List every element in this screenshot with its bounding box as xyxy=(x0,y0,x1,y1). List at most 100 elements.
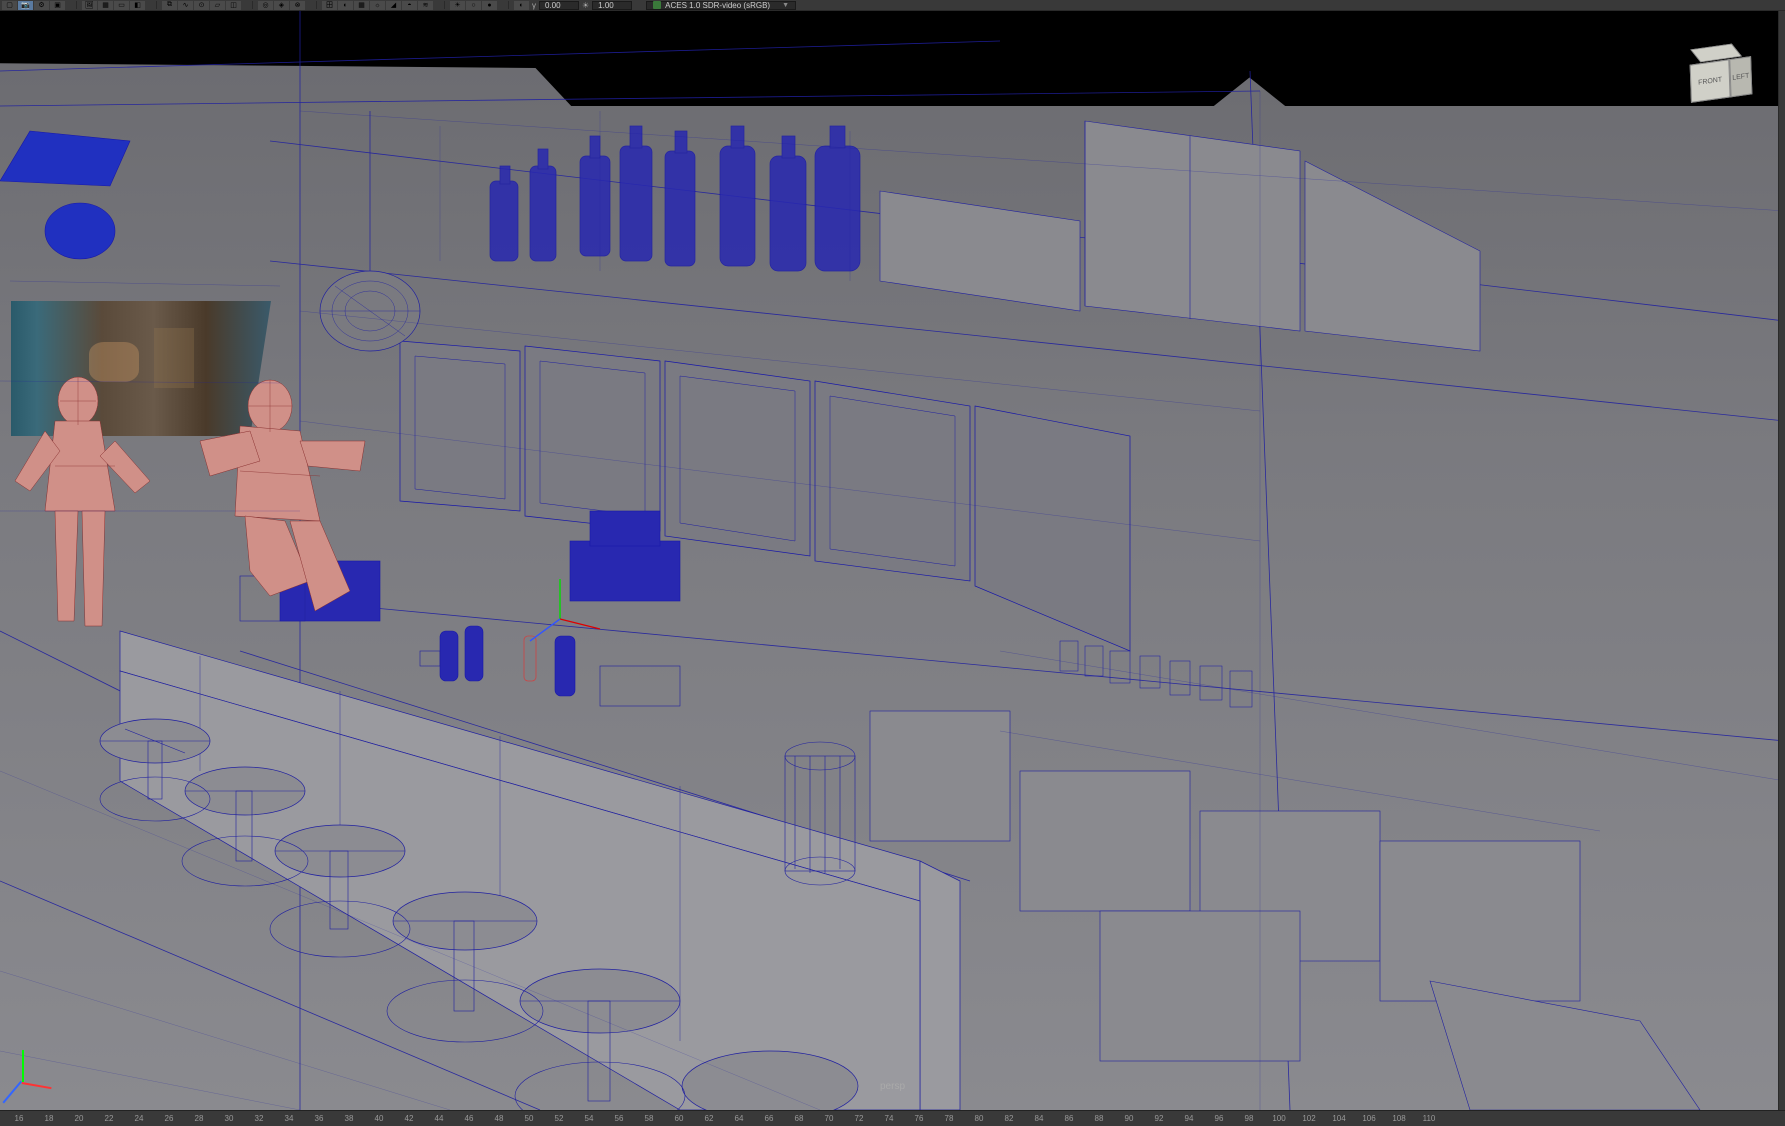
timeline-tick[interactable]: 72 xyxy=(844,1114,874,1123)
snap-tools: ⧉ ∿ ⊙ ▱ ◫ xyxy=(162,1,241,10)
timeline-tick[interactable]: 68 xyxy=(784,1114,814,1123)
timeline-tick[interactable]: 74 xyxy=(874,1114,904,1123)
default-light[interactable]: ☀ xyxy=(450,1,465,10)
select-tool[interactable]: ▢ xyxy=(2,1,17,10)
bookmark-tool[interactable]: ▣ xyxy=(50,1,65,10)
timeline-tick[interactable]: 80 xyxy=(964,1114,994,1123)
timeline-tick[interactable]: 104 xyxy=(1324,1114,1354,1123)
shading-tools: 田 ◐ ▦ ☼ ◢ ◓ ≋ xyxy=(322,1,433,10)
timeline-tick[interactable]: 50 xyxy=(514,1114,544,1123)
timeline-tick[interactable]: 102 xyxy=(1294,1114,1324,1123)
timeline-tick[interactable]: 48 xyxy=(484,1114,514,1123)
timeline-tick[interactable]: 52 xyxy=(544,1114,574,1123)
camera-select-tool[interactable]: 📷 xyxy=(18,1,33,10)
wireframe-scene xyxy=(0,11,1785,1110)
no-light[interactable]: ● xyxy=(482,1,497,10)
timeline-tick[interactable]: 32 xyxy=(244,1114,274,1123)
gamma-label: γ xyxy=(530,1,538,10)
timeline-tick[interactable]: 54 xyxy=(574,1114,604,1123)
snap-curve[interactable]: ∿ xyxy=(178,1,193,10)
timeline-tick[interactable]: 92 xyxy=(1144,1114,1174,1123)
lighting-tools: ☀ ○ ● xyxy=(450,1,497,10)
viewcube-front[interactable]: FRONT xyxy=(1690,59,1731,103)
timeline-tick[interactable]: 28 xyxy=(184,1114,214,1123)
timeline-tick[interactable]: 44 xyxy=(424,1114,454,1123)
isolate-select[interactable]: ◎ xyxy=(258,1,273,10)
camera-attr-tool[interactable]: ⚙ xyxy=(34,1,49,10)
viewcube-right[interactable]: LEFT xyxy=(1729,56,1752,97)
viewcube[interactable]: LEFT FRONT xyxy=(1680,41,1755,116)
timeline-tick[interactable]: 30 xyxy=(214,1114,244,1123)
xray-toggle[interactable]: ◈ xyxy=(274,1,289,10)
panel-toolbar: ▢ 📷 ⚙ ▣ 🖼 ▦ ▭ ◧ ⧉ ∿ ⊙ ▱ ◫ ◎ ◈ ⊗ 田 ◐ ▦ ☼ … xyxy=(0,0,1785,11)
timeline-tick[interactable]: 62 xyxy=(694,1114,724,1123)
color-space-dropdown[interactable]: ACES 1.0 SDR-video (sRGB) ▼ xyxy=(646,1,796,10)
ao-toggle[interactable]: ◓ xyxy=(402,1,417,10)
film-gate-tool[interactable]: ▭ xyxy=(114,1,129,10)
color-space-label: ACES 1.0 SDR-video (sRGB) xyxy=(665,1,770,10)
timeline-tick[interactable]: 84 xyxy=(1024,1114,1054,1123)
timeline-tick[interactable]: 98 xyxy=(1234,1114,1264,1123)
timeline-tick[interactable]: 40 xyxy=(364,1114,394,1123)
chevron-down-icon: ▼ xyxy=(782,2,789,9)
timeline-tick[interactable]: 64 xyxy=(724,1114,754,1123)
snap-plane[interactable]: ▱ xyxy=(210,1,225,10)
smooth-shade[interactable]: ◐ xyxy=(338,1,353,10)
axis-y-icon xyxy=(22,1050,24,1082)
flat-light[interactable]: ○ xyxy=(466,1,481,10)
timeline-tick[interactable]: 108 xyxy=(1384,1114,1414,1123)
snap-view[interactable]: ◫ xyxy=(226,1,241,10)
snap-grid[interactable]: ⧉ xyxy=(162,1,177,10)
timeline-tick[interactable]: 106 xyxy=(1354,1114,1384,1123)
timeline-tick[interactable]: 76 xyxy=(904,1114,934,1123)
textured-shade[interactable]: ▦ xyxy=(354,1,369,10)
timeline-tick[interactable]: 96 xyxy=(1204,1114,1234,1123)
view-tools: ▢ 📷 ⚙ ▣ xyxy=(2,1,65,10)
exposure-icon: ☀ xyxy=(580,1,591,10)
timeline-tick[interactable]: 88 xyxy=(1084,1114,1114,1123)
timeline-tick[interactable]: 100 xyxy=(1264,1114,1294,1123)
image-plane-tool[interactable]: 🖼 xyxy=(82,1,97,10)
timeline-tick[interactable]: 86 xyxy=(1054,1114,1084,1123)
timeline-tick[interactable]: 42 xyxy=(394,1114,424,1123)
timeline-tick[interactable]: 66 xyxy=(754,1114,784,1123)
xray-joints[interactable]: ⊗ xyxy=(290,1,305,10)
grid-toggle[interactable]: ▦ xyxy=(98,1,113,10)
timeline-tick[interactable]: 82 xyxy=(994,1114,1024,1123)
gamma-value[interactable]: 0.00 xyxy=(539,1,579,10)
timeline-tick[interactable]: 94 xyxy=(1174,1114,1204,1123)
viewport[interactable]: LEFT FRONT persp xyxy=(0,11,1785,1110)
snap-point[interactable]: ⊙ xyxy=(194,1,209,10)
timeline-tick[interactable]: 58 xyxy=(634,1114,664,1123)
wireframe-shade[interactable]: 田 xyxy=(322,1,337,10)
right-scroll-strip[interactable] xyxy=(1778,11,1785,1110)
timeline-tick[interactable]: 22 xyxy=(94,1114,124,1123)
light-toggle[interactable]: ☼ xyxy=(370,1,385,10)
timeline-tick[interactable]: 20 xyxy=(64,1114,94,1123)
timeline-tick[interactable]: 38 xyxy=(334,1114,364,1123)
timeline-tick[interactable]: 24 xyxy=(124,1114,154,1123)
timeline-tick[interactable]: 90 xyxy=(1114,1114,1144,1123)
timeline-tick[interactable]: 36 xyxy=(304,1114,334,1123)
timeline-tick[interactable]: 18 xyxy=(34,1114,64,1123)
timeline-tick[interactable]: 70 xyxy=(814,1114,844,1123)
exposure-tools: ◐ γ 0.00 ☀ 1.00 xyxy=(514,1,632,10)
timeline-tick[interactable]: 16 xyxy=(4,1114,34,1123)
timeline-tick[interactable]: 78 xyxy=(934,1114,964,1123)
timeline-tick[interactable]: 110 xyxy=(1414,1114,1444,1123)
gate-mask-tool[interactable]: ◧ xyxy=(130,1,145,10)
timeline-tick[interactable]: 46 xyxy=(454,1114,484,1123)
timeline-tick[interactable]: 34 xyxy=(274,1114,304,1123)
timeline[interactable]: 1618202224262830323436384042444648505254… xyxy=(0,1110,1785,1126)
timeline-tick[interactable]: 56 xyxy=(604,1114,634,1123)
axis-gizmo xyxy=(22,1042,62,1082)
motion-blur[interactable]: ≋ xyxy=(418,1,433,10)
exposure-toggle[interactable]: ◐ xyxy=(514,1,529,10)
timeline-tick[interactable]: 60 xyxy=(664,1114,694,1123)
shadow-toggle[interactable]: ◢ xyxy=(386,1,401,10)
color-space-icon xyxy=(653,1,661,9)
timeline-tick[interactable]: 26 xyxy=(154,1114,184,1123)
isolate-tools: ◎ ◈ ⊗ xyxy=(258,1,305,10)
exposure-value[interactable]: 1.00 xyxy=(592,1,632,10)
camera-label: persp xyxy=(880,1081,905,1092)
